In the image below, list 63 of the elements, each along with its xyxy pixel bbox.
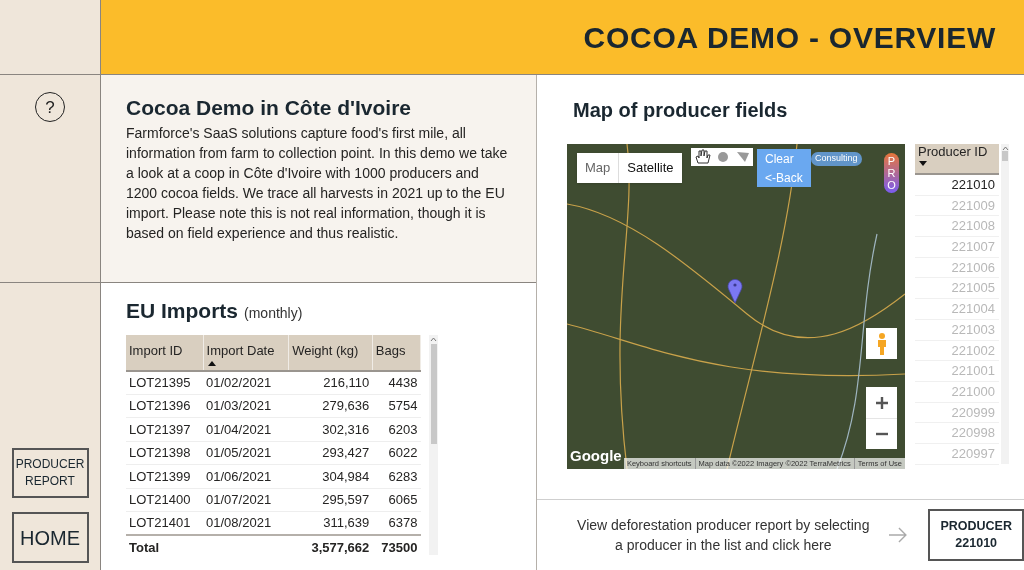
table-cell: 01/02/2021: [203, 370, 289, 394]
table-cell: 311,639: [288, 511, 373, 535]
map-view-button[interactable]: Map: [577, 153, 619, 183]
street-view-button[interactable]: [866, 328, 897, 359]
table-cell: 293,427: [288, 441, 373, 465]
scroll-up-icon[interactable]: [1001, 146, 1009, 151]
section-subtitle: (monthly): [244, 304, 303, 323]
table-cell: 6378: [372, 511, 421, 535]
table-cell: 302,316: [288, 417, 373, 441]
table-cell: LOT21401: [126, 511, 204, 535]
table-cell: 01/08/2021: [203, 511, 289, 535]
table-cell: 01/07/2021: [203, 488, 289, 512]
table-cell: LOT21399: [126, 464, 204, 488]
pro-badge: PRO: [884, 153, 899, 193]
table-cell: 01/06/2021: [203, 464, 289, 488]
table-cell: 279,636: [288, 394, 373, 418]
arrow-right-icon: [886, 525, 909, 545]
table-cell: 216,110: [288, 370, 373, 394]
column-header[interactable]: Import ID: [126, 334, 204, 371]
section-title: Map of producer fields: [573, 98, 789, 123]
minus-icon: [874, 432, 889, 436]
table-cell: LOT21397: [126, 417, 204, 441]
intro-title: Cocoa Demo in Côte d'Ivoire: [126, 95, 413, 121]
column-header[interactable]: Bags: [372, 334, 421, 371]
total-cell: 73500: [372, 535, 421, 559]
table-cell: 295,597: [288, 488, 373, 512]
section-title: EU Imports: [126, 298, 238, 324]
scrollbar[interactable]: [1001, 144, 1009, 464]
home-button[interactable]: HOME: [11, 512, 89, 563]
column-header[interactable]: Producer ID: [915, 144, 999, 175]
producer-report-button[interactable]: PRODUCER 221010: [928, 509, 1024, 561]
consulting-badge: Consulting: [811, 152, 862, 166]
page-title: COCOA DEMO - OVERVIEW: [583, 19, 996, 56]
table-cell: LOT21398: [126, 441, 204, 465]
table-cell: 6283: [372, 464, 421, 488]
map-pin-icon[interactable]: [727, 278, 743, 304]
table-cell: 01/03/2021: [203, 394, 289, 418]
instruction-text: View deforestation producer report by selecting a producer in the list and click here: [576, 516, 871, 555]
table-cell: LOT21400: [126, 488, 204, 512]
list-item[interactable]: 221010: [915, 175, 999, 196]
table-cell: 304,984: [288, 464, 373, 488]
table-cell: 5754: [372, 394, 421, 418]
producer-report-button[interactable]: PRODUCER REPORT: [11, 448, 89, 498]
total-cell: Total: [126, 535, 204, 559]
scroll-up-icon[interactable]: [430, 336, 437, 342]
table-cell: 01/04/2021: [203, 417, 289, 441]
table-cell: 6022: [372, 441, 421, 465]
table-cell: LOT21395: [126, 370, 204, 394]
scrollbar[interactable]: [429, 334, 438, 555]
satellite-view-button[interactable]: Satellite: [618, 153, 682, 183]
plus-icon: [874, 395, 889, 410]
total-cell: 3,577,662: [288, 535, 373, 559]
table-cell: 01/05/2021: [203, 441, 289, 465]
column-header[interactable]: Weight (kg): [288, 334, 373, 371]
column-header[interactable]: Import Date: [203, 334, 289, 371]
table-cell: 6065: [372, 488, 421, 512]
google-logo: Google: [570, 445, 622, 466]
scrollbar-thumb[interactable]: [430, 343, 437, 444]
table-cell: 4438: [372, 370, 421, 394]
intro-paragraph: Farmforce's SaaS solutions capture food's first mile, all information from farm to collection point. In this demo we take a look at a coop in Côte d'Ivoire with 1000 producers and 1200 cocoa fields. We trace all harvests in 2021 up to the EU import. Please note this is not real information, though it is based on field experience and thus realistic.: [126, 124, 508, 244]
table-cell: 6203: [372, 417, 421, 441]
scrollbar-thumb[interactable]: [1002, 151, 1008, 161]
table-cell: LOT21396: [126, 394, 204, 418]
